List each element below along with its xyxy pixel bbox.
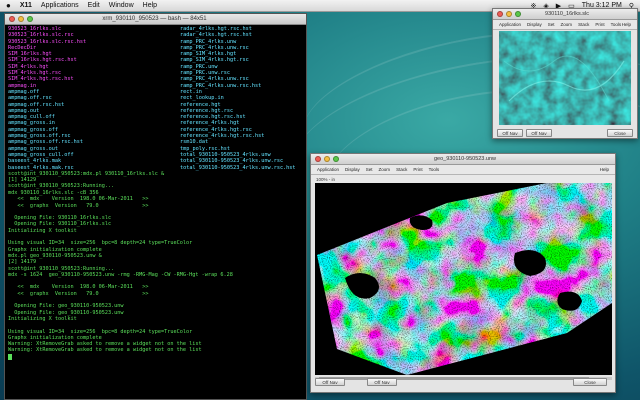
terminal-line: total_930110-950523_4rlks.unw.rsc.hst [180,164,296,171]
close-icon[interactable] [315,156,321,162]
small-window-titlebar[interactable]: 930110_16rlks.slc [493,9,637,20]
menu-print[interactable]: Print [413,167,422,172]
interferogram-image[interactable] [315,183,612,375]
terminal-output: << mdx Version 198.0 06-Mar-2011 >> << g… [8,190,305,360]
terminal-line: total_930110-950523_4rlks.unw.rsc [180,158,284,165]
slc-amplitude-image[interactable] [499,31,631,125]
menu-x11[interactable]: X11 [20,2,32,9]
off-nav-button[interactable]: Off Nav [497,129,523,137]
apple-menu-icon[interactable]: ● [6,1,11,10]
mdx-unw-window[interactable]: geo_930110-950523.unw Application Displa… [310,153,616,393]
interferogram-graphic [315,183,612,375]
close-icon[interactable] [9,16,15,22]
off-nav-button-2[interactable]: Off Nav [526,129,552,137]
menu-set[interactable]: Set [366,167,373,172]
scrollbar-thumb[interactable] [319,377,589,380]
off-nav-button[interactable]: Off Nav [315,378,345,386]
menu-help[interactable]: Help [622,22,631,27]
menu-zoom[interactable]: Zoom [379,167,391,172]
menu-display[interactable]: Display [527,22,542,27]
menu-window[interactable]: Window [109,2,134,9]
menu-help[interactable]: Help [600,167,609,172]
zoom-status: 100% - in [311,175,615,183]
big-window-titlebar[interactable]: geo_930110-950523.unw [311,154,615,165]
terminal-title: xrm_930110_950523 — bash — 84x51 [102,16,207,22]
slc-image-graphic [499,31,631,125]
menu-stack[interactable]: Stack [396,167,407,172]
off-nav-button-2[interactable]: Off Nav [367,378,397,386]
menu-application[interactable]: Application [499,22,521,27]
terminal-window[interactable]: xrm_930110_950523 — bash — 84x51 930523_… [4,13,307,400]
small-window-title: 930110_16rlks.slc [545,11,589,17]
menu-stack[interactable]: Stack [578,22,589,27]
file-column-left: 930523_16rlks.slc 930523_16rlks.slc.rsc 93… [8,26,164,196]
big-window-menubar: Application Display Set Zoom Stack Print… [311,165,615,175]
close-button[interactable]: Close [573,378,607,386]
menu-edit[interactable]: Edit [88,2,100,9]
minimize-icon[interactable] [324,156,330,162]
minimize-icon[interactable] [506,11,512,17]
menu-application[interactable]: Application [317,167,339,172]
menu-set[interactable]: Set [548,22,555,27]
menu-help[interactable]: Help [143,2,157,9]
file-column-right: radar_4rlks.hgt.rsc.hst radar_4rlks.hgt.r… [180,26,296,171]
close-icon[interactable] [497,11,503,17]
menu-display[interactable]: Display [345,167,360,172]
terminal-titlebar[interactable]: xrm_930110_950523 — bash — 84x51 [5,14,306,25]
terminal-cursor[interactable] [8,353,12,360]
menu-tools[interactable]: Tools [611,22,622,27]
big-window-title: geo_930110-950523.unw [434,156,496,162]
small-window-menubar: Application Display Set Zoom Stack Print… [493,20,637,30]
mdx-slc-window[interactable]: 930110_16rlks.slc Application Display Se… [492,8,638,139]
menu-applications[interactable]: Applications [41,2,79,9]
menu-print[interactable]: Print [595,22,604,27]
horizontal-scrollbar[interactable] [315,377,612,380]
menu-zoom[interactable]: Zoom [561,22,573,27]
minimize-icon[interactable] [18,16,24,22]
close-button[interactable]: Close [607,129,633,137]
menu-tools[interactable]: Tools [429,167,440,172]
